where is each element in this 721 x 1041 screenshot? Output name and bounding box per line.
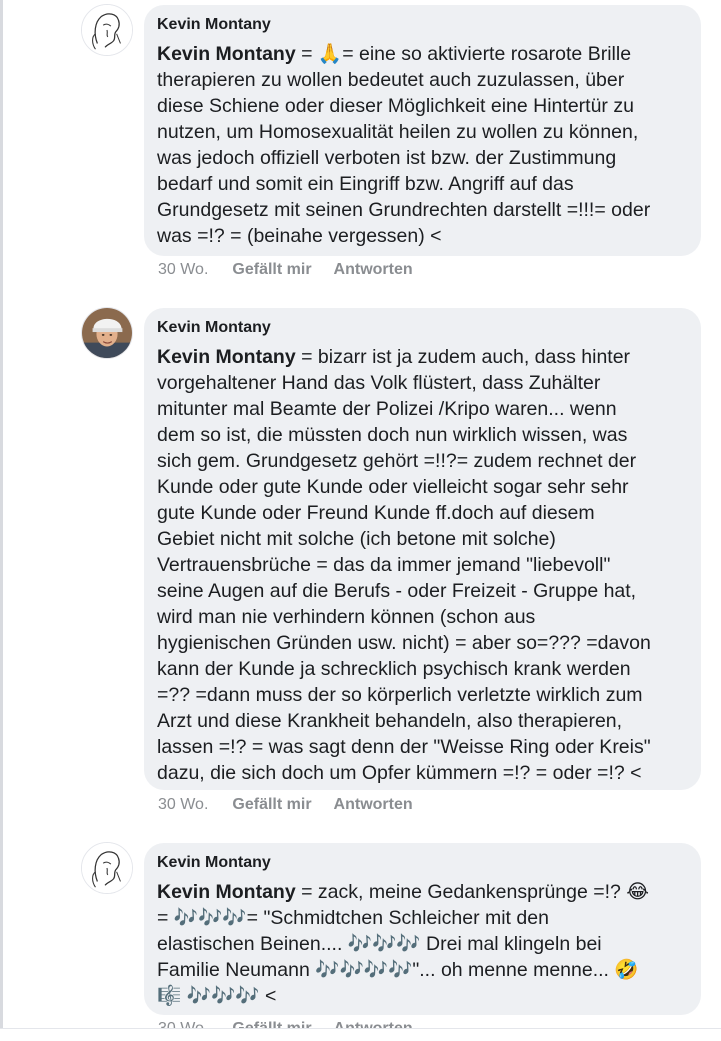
comment-text: Kevin Montany = 🙏= eine so aktivierte ro… <box>157 41 688 249</box>
avatar[interactable] <box>81 307 133 359</box>
comment-text: Kevin Montany = bizarr ist ja zudem auch… <box>157 344 688 786</box>
comment-bubble: Kevin Montany Kevin Montany = zack, mein… <box>144 843 701 1015</box>
comment-timestamp[interactable]: 30 Wo. <box>158 261 208 278</box>
comment-author[interactable]: Kevin Montany <box>157 318 688 338</box>
comment-body: = bizarr ist ja zudem auch, dass hinter … <box>157 346 651 784</box>
bottom-bar <box>0 1028 721 1041</box>
thread-line <box>0 0 3 1041</box>
reply-button[interactable]: Antworten <box>334 261 413 278</box>
comment-timestamp[interactable]: 30 Wo. <box>158 796 208 813</box>
sketch-face-icon <box>82 5 132 55</box>
avatar[interactable] <box>81 842 133 894</box>
mention-link[interactable]: Kevin Montany <box>157 881 296 903</box>
comment-actions: 30 Wo. Gefällt mir Antworten <box>158 260 435 280</box>
like-button[interactable]: Gefällt mir <box>232 261 311 278</box>
like-button[interactable]: Gefällt mir <box>232 796 311 813</box>
profile-photo-icon <box>82 308 132 358</box>
avatar[interactable] <box>81 4 133 56</box>
mention-link[interactable]: Kevin Montany <box>157 346 296 368</box>
comment-bubble: Kevin Montany Kevin Montany = 🙏= eine so… <box>144 5 701 256</box>
comment-author[interactable]: Kevin Montany <box>157 853 688 873</box>
comment-text: Kevin Montany = zack, meine Gedankensprü… <box>157 879 688 1009</box>
mention-link[interactable]: Kevin Montany <box>157 43 296 65</box>
comment-author[interactable]: Kevin Montany <box>157 15 688 35</box>
comment-bubble: Kevin Montany Kevin Montany = bizarr ist… <box>144 308 701 790</box>
reply-button[interactable]: Antworten <box>334 796 413 813</box>
comment-body: = 🙏= eine so aktivierte rosarote Brille … <box>157 43 651 247</box>
comment-actions: 30 Wo. Gefällt mir Antworten <box>158 795 435 815</box>
sketch-face-icon <box>82 843 132 893</box>
